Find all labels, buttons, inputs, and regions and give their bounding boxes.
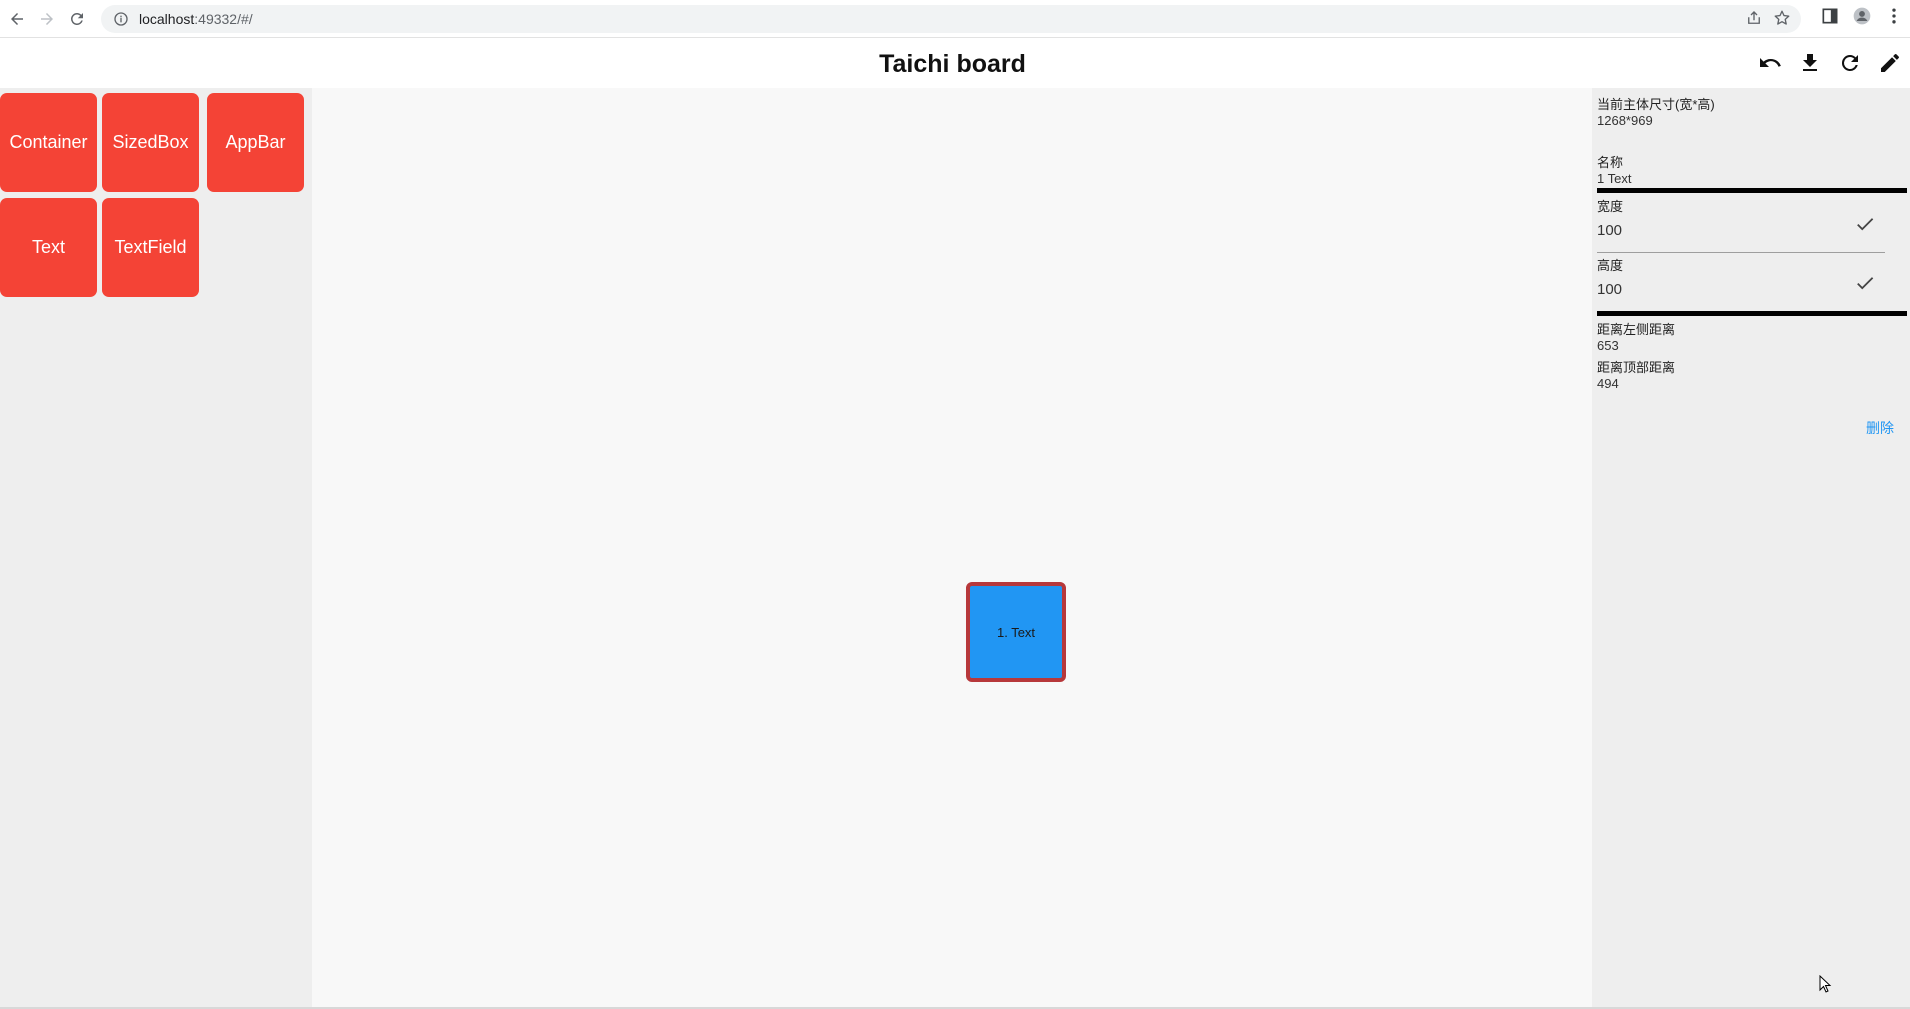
url-path: :49332/#/ <box>194 11 253 27</box>
address-bar[interactable]: localhost:49332/#/ <box>101 5 1801 33</box>
canvas-node-label: 1. Text <box>996 624 1036 640</box>
star-icon[interactable] <box>1773 9 1791 27</box>
width-label: 宽度 <box>1597 199 1624 214</box>
width-field-underline <box>1597 252 1885 253</box>
menu-icon[interactable] <box>1884 6 1904 26</box>
check-icon <box>1857 277 1874 290</box>
top-distance-label: 距离顶部距离 <box>1597 360 1676 375</box>
divider <box>1597 311 1907 316</box>
reload-icon <box>70 12 83 25</box>
page-title: Taichi board <box>879 50 1026 78</box>
edit-button[interactable] <box>1878 51 1902 75</box>
sidepanel-icon[interactable] <box>1820 6 1840 26</box>
top-distance-value: 494 <box>1597 376 1619 391</box>
name-label: 名称 <box>1597 155 1624 170</box>
height-label: 高度 <box>1597 258 1624 273</box>
properties-panel: 当前主体尺寸(宽*高) 1268*969 名称 1 Text 宽度 100 高度… <box>1592 88 1910 1007</box>
download-icon <box>1803 54 1817 71</box>
forward-button[interactable] <box>34 6 60 32</box>
url-text: localhost:49332/#/ <box>139 11 253 27</box>
width-field[interactable]: 100 <box>1597 222 1622 239</box>
palette-item-appbar[interactable]: AppBar <box>207 93 304 192</box>
palette-item-text[interactable]: Text <box>0 198 97 297</box>
size-value: 1268*969 <box>1597 113 1653 128</box>
name-value: 1 Text <box>1597 171 1632 186</box>
download-button[interactable] <box>1798 51 1822 75</box>
url-host: localhost <box>139 11 195 27</box>
edit-icon <box>1881 53 1900 72</box>
design-canvas[interactable]: 1. Text <box>312 88 1592 1007</box>
divider <box>1597 188 1907 193</box>
mouse-cursor-icon <box>1819 975 1832 993</box>
back-button[interactable] <box>4 6 30 32</box>
refresh-icon <box>1841 54 1858 71</box>
delete-button[interactable]: 删除 <box>1866 418 1894 438</box>
left-distance-value: 653 <box>1597 338 1619 353</box>
undo-icon <box>1760 58 1781 67</box>
canvas-node-text[interactable]: 1. Text <box>966 582 1066 682</box>
info-icon <box>114 12 128 26</box>
refresh-button[interactable] <box>1838 51 1862 75</box>
confirm-width-button[interactable] <box>1854 213 1876 235</box>
reload-button[interactable] <box>64 6 90 32</box>
palette-item-sizedbox[interactable]: SizedBox <box>102 93 199 192</box>
size-label: 当前主体尺寸(宽*高) <box>1597 97 1715 112</box>
share-icon[interactable] <box>1745 9 1763 27</box>
widget-palette: Container SizedBox AppBar Text TextField <box>0 88 312 1007</box>
check-icon <box>1857 218 1874 231</box>
palette-item-container[interactable]: Container <box>0 93 97 192</box>
confirm-height-button[interactable] <box>1854 272 1876 294</box>
browser-toolbar: localhost:49332/#/ <box>0 0 1910 38</box>
back-icon <box>11 12 23 25</box>
palette-item-textfield[interactable]: TextField <box>102 198 199 297</box>
undo-button[interactable] <box>1758 51 1782 75</box>
left-distance-label: 距离左侧距离 <box>1597 322 1676 337</box>
profile-icon[interactable] <box>1852 6 1872 26</box>
app-bar: Taichi board <box>0 38 1910 88</box>
forward-icon <box>41 12 53 25</box>
height-field[interactable]: 100 <box>1597 281 1622 298</box>
